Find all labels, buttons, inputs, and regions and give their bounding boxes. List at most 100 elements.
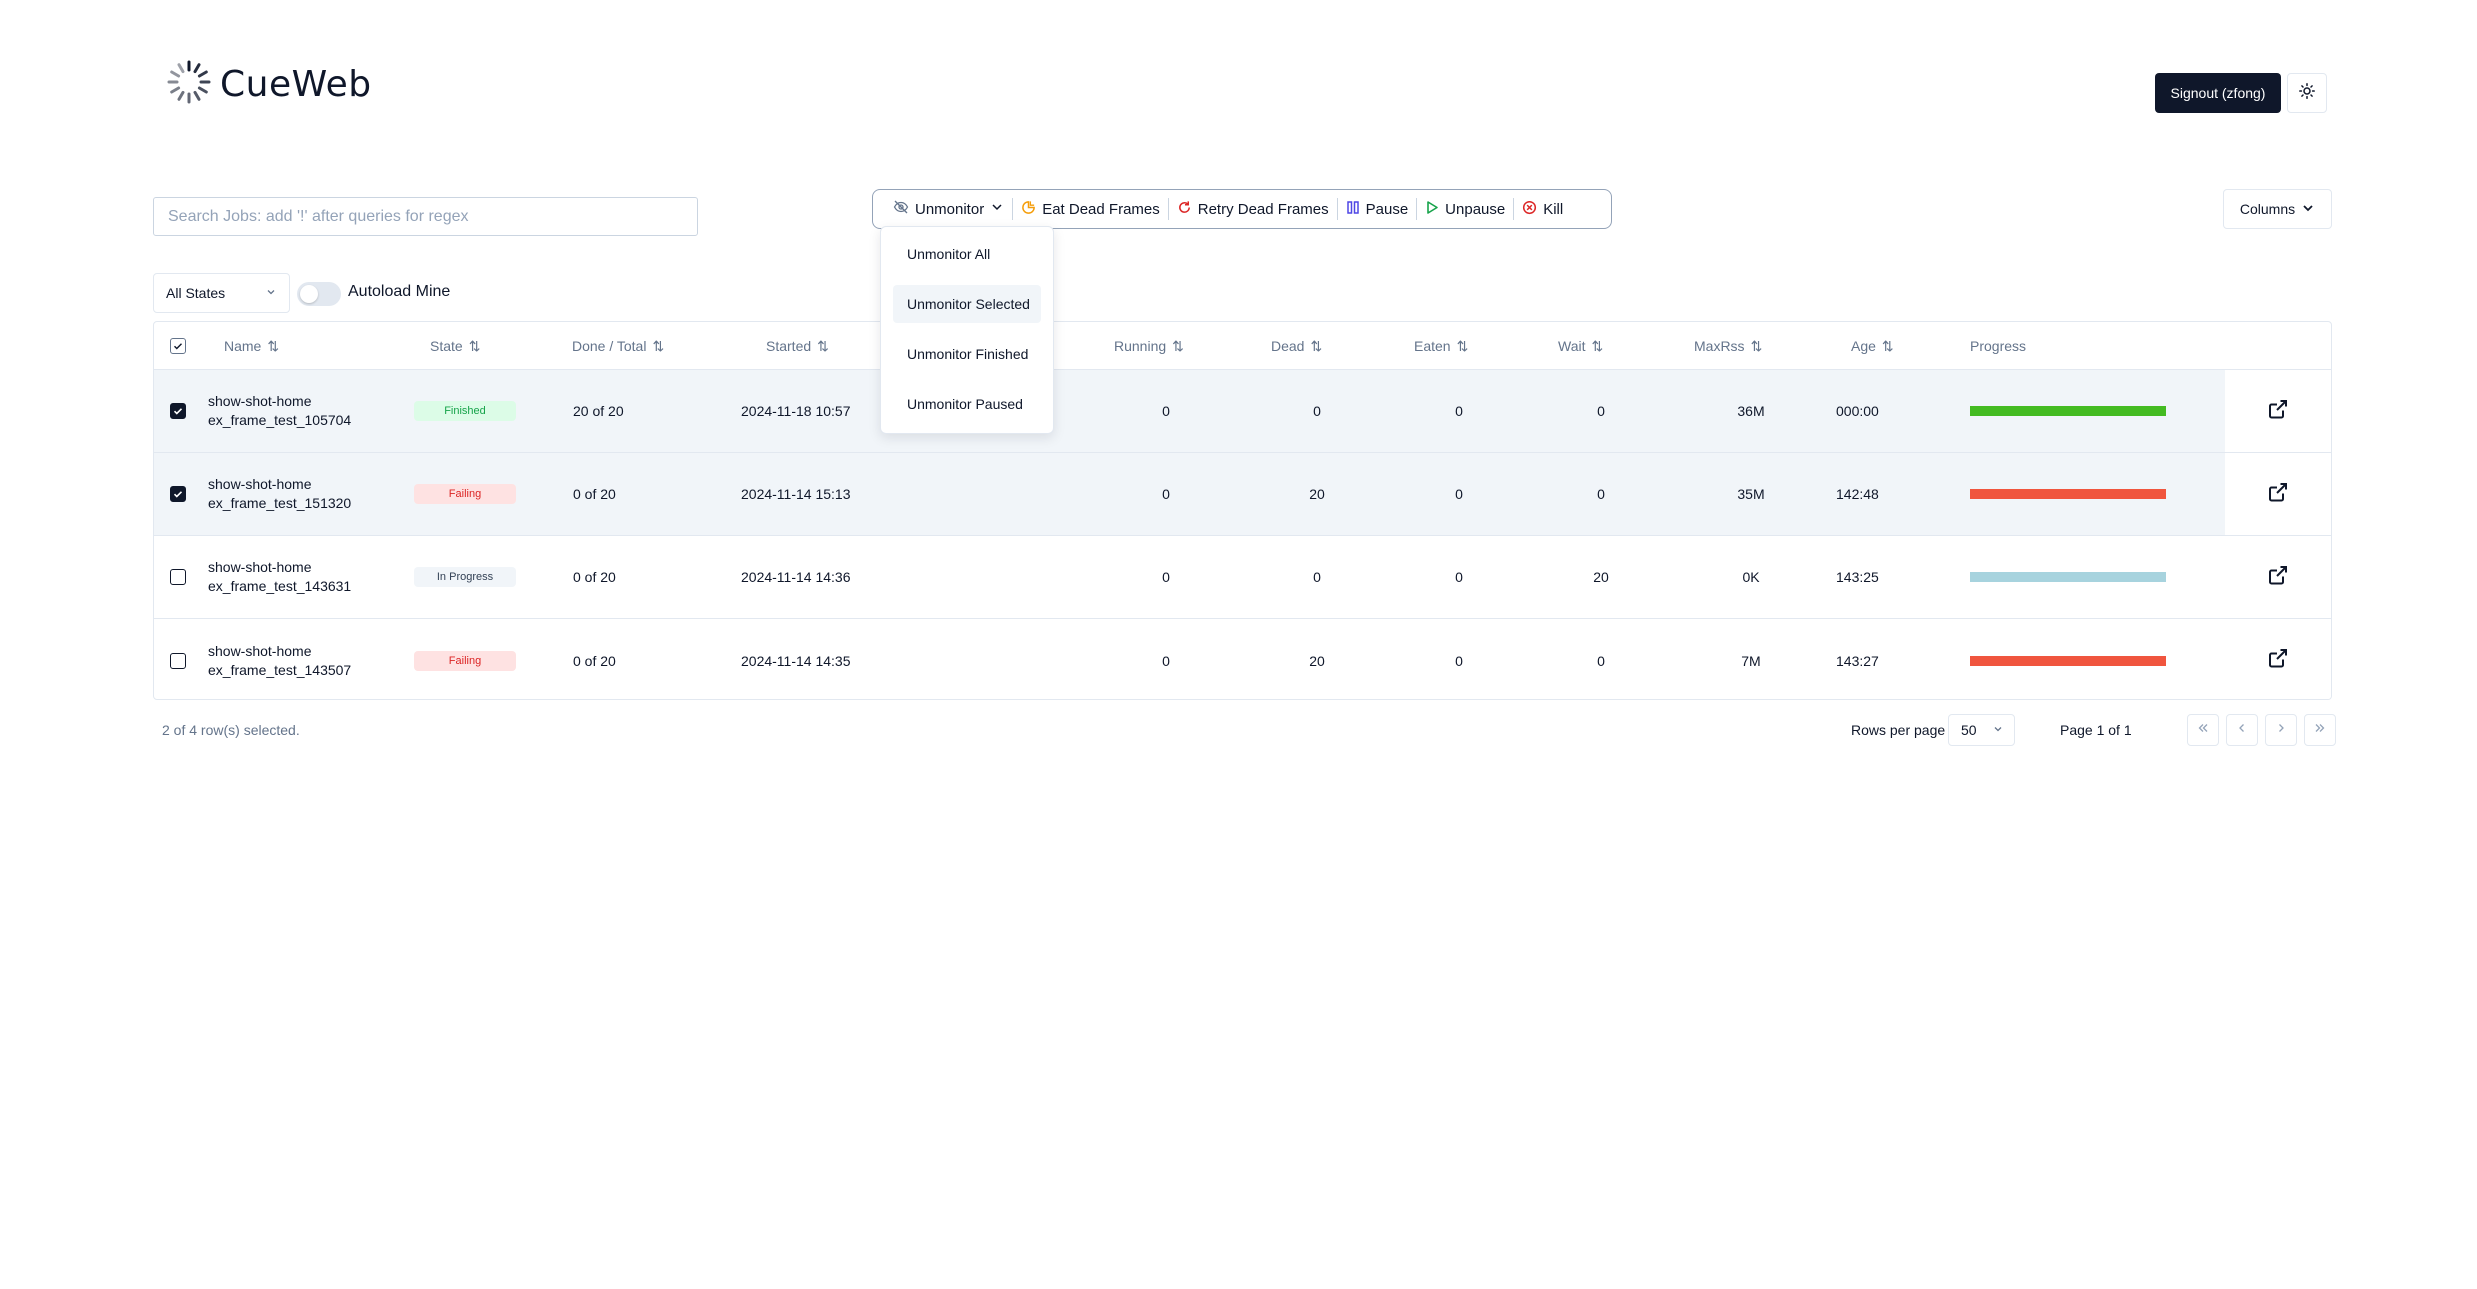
search-jobs-input[interactable] xyxy=(153,197,698,236)
progress-bar xyxy=(1970,489,2166,499)
status-badge: Failing xyxy=(414,650,516,671)
job-name: show-shot-home ex_frame_test_105704 xyxy=(208,370,351,452)
autoload-mine-label: Autoload Mine xyxy=(348,283,451,300)
next-page-button[interactable] xyxy=(2265,714,2297,746)
signout-button[interactable]: Signout (zfong) xyxy=(2155,73,2281,113)
cell-maxrss: 36M xyxy=(1737,403,1765,419)
column-header-dead[interactable]: Dead ⇅ xyxy=(1271,322,1322,370)
select-all-box xyxy=(170,338,186,354)
cell-dead: 0 xyxy=(1313,569,1321,585)
column-header-running[interactable]: Running ⇅ xyxy=(1114,322,1184,370)
cell-dead: 0 xyxy=(1313,403,1321,419)
column-header-progress: Progress xyxy=(1970,338,2027,354)
job-name: show-shot-home ex_frame_test_143631 xyxy=(208,536,351,618)
table-header: Name ⇅ State ⇅ Done / Total ⇅ Started ⇅ Runn… xyxy=(154,322,2331,370)
unpause-label: Unpause xyxy=(1445,200,1506,218)
column-header-name[interactable]: Name ⇅ xyxy=(224,322,279,370)
column-header-age[interactable]: Age ⇅ xyxy=(1851,322,1894,370)
column-header-state[interactable]: State ⇅ xyxy=(430,322,480,370)
sort-icon: ⇅ xyxy=(468,337,481,354)
row-checkbox[interactable] xyxy=(170,619,186,699)
select-all-checkbox[interactable] xyxy=(170,322,186,370)
state-filter-select[interactable]: All States xyxy=(153,273,290,313)
eat-icon xyxy=(1021,200,1036,219)
jobs-table: Name ⇅ State ⇅ Done / Total ⇅ Started ⇅ Runn… xyxy=(153,321,2332,700)
chevron-down-icon xyxy=(265,285,277,301)
cell-wait: 0 xyxy=(1597,486,1605,502)
job-name-line2: ex_frame_test_151320 xyxy=(208,495,352,511)
job-name-line1: show-shot-home xyxy=(208,559,312,575)
cell-eaten: 0 xyxy=(1455,403,1463,419)
cell-done-total: 0 of 20 xyxy=(573,652,616,669)
menu-item-unmonitor-finished[interactable]: Unmonitor Finished xyxy=(893,335,1041,373)
retry-dead-frames-button[interactable]: Retry Dead Frames xyxy=(1169,198,1337,220)
cell-running: 0 xyxy=(1162,569,1170,585)
first-page-button[interactable] xyxy=(2187,714,2219,746)
external-link-icon xyxy=(2267,398,2289,425)
job-name: show-shot-home ex_frame_test_143507 xyxy=(208,619,351,699)
cell-started: 2024-11-14 14:35 xyxy=(741,652,851,669)
page-indicator: Page 1 of 1 xyxy=(2060,722,2132,738)
row-checkbox[interactable] xyxy=(170,453,186,535)
cueweb-logo-icon xyxy=(166,59,212,110)
menu-item-unmonitor-all[interactable]: Unmonitor All xyxy=(893,235,1041,273)
sort-icon: ⇅ xyxy=(1456,337,1469,354)
table-row[interactable]: show-shot-home ex_frame_test_105704 Finish… xyxy=(154,370,2331,453)
kill-button[interactable]: Kill xyxy=(1514,198,1571,220)
previous-page-button[interactable] xyxy=(2226,714,2258,746)
cell-wait: 20 xyxy=(1593,569,1609,585)
toggle-knob xyxy=(300,285,318,303)
eat-dead-frames-button[interactable]: Eat Dead Frames xyxy=(1013,198,1168,220)
last-page-button[interactable] xyxy=(2304,714,2336,746)
column-header-started[interactable]: Started ⇅ xyxy=(766,322,829,370)
table-row[interactable]: show-shot-home ex_frame_test_151320 Failin… xyxy=(154,453,2331,536)
row-checkbox[interactable] xyxy=(170,370,186,452)
open-job-button[interactable] xyxy=(2225,370,2331,452)
pause-button[interactable]: Pause xyxy=(1338,198,1417,220)
column-header-wait[interactable]: Wait ⇅ xyxy=(1558,322,1603,370)
columns-label: Columns xyxy=(2239,201,2296,217)
status-badge: In Progress xyxy=(414,567,516,587)
job-actions-toolbar: Unmonitor Eat Dead Frames Retry Dead Fra… xyxy=(872,189,1612,229)
row-checkbox[interactable] xyxy=(170,536,186,618)
retry-dead-frames-label: Retry Dead Frames xyxy=(1197,200,1329,218)
unmonitor-button[interactable]: Unmonitor xyxy=(885,198,1012,220)
chevron-down-icon xyxy=(1992,722,2004,738)
kill-label: Kill xyxy=(1543,200,1564,218)
columns-button[interactable]: Columns xyxy=(2223,189,2332,229)
sort-icon: ⇅ xyxy=(1591,337,1604,354)
chevron-right-icon xyxy=(2274,721,2288,740)
cell-done-total: 0 of 20 xyxy=(573,486,616,502)
app-title: CueWeb xyxy=(220,63,372,105)
rows-per-page-label: Rows per page xyxy=(1851,722,1946,738)
unpause-button[interactable]: Unpause xyxy=(1417,198,1513,220)
state-filter-value: All States xyxy=(166,285,226,301)
cell-started: 2024-11-14 15:13 xyxy=(741,486,851,502)
pause-icon xyxy=(1346,200,1360,219)
table-row[interactable]: show-shot-home ex_frame_test_143507 Failin… xyxy=(154,619,2331,699)
autoload-mine-toggle[interactable] xyxy=(297,282,341,306)
job-name-line1: show-shot-home xyxy=(208,642,312,659)
open-job-button[interactable] xyxy=(2225,536,2331,618)
open-job-button[interactable] xyxy=(2225,453,2331,535)
menu-item-unmonitor-selected[interactable]: Unmonitor Selected xyxy=(893,285,1041,323)
theme-toggle-button[interactable] xyxy=(2287,73,2327,113)
checkbox-checked xyxy=(170,403,186,419)
cell-running: 0 xyxy=(1162,403,1170,419)
open-job-button[interactable] xyxy=(2225,619,2331,699)
table-row[interactable]: show-shot-home ex_frame_test_143631 In Pro… xyxy=(154,536,2331,619)
cell-done-total: 0 of 20 xyxy=(573,569,616,585)
column-header-maxrss[interactable]: MaxRss ⇅ xyxy=(1694,322,1762,370)
chevron-down-icon xyxy=(2301,201,2315,218)
menu-item-unmonitor-paused[interactable]: Unmonitor Paused xyxy=(893,385,1041,423)
column-header-done-total[interactable]: Done / Total ⇅ xyxy=(572,322,664,370)
cell-started: 2024-11-18 10:57 xyxy=(741,403,851,419)
cell-dead: 20 xyxy=(1309,652,1325,669)
chevrons-right-icon xyxy=(2313,721,2327,740)
sort-icon: ⇅ xyxy=(1172,337,1184,354)
chevron-down-icon xyxy=(990,200,1004,218)
chevron-left-icon xyxy=(2235,721,2249,740)
cell-dead: 20 xyxy=(1309,486,1325,502)
rows-per-page-select[interactable]: 50 xyxy=(1948,714,2015,746)
column-header-eaten[interactable]: Eaten ⇅ xyxy=(1414,322,1468,370)
